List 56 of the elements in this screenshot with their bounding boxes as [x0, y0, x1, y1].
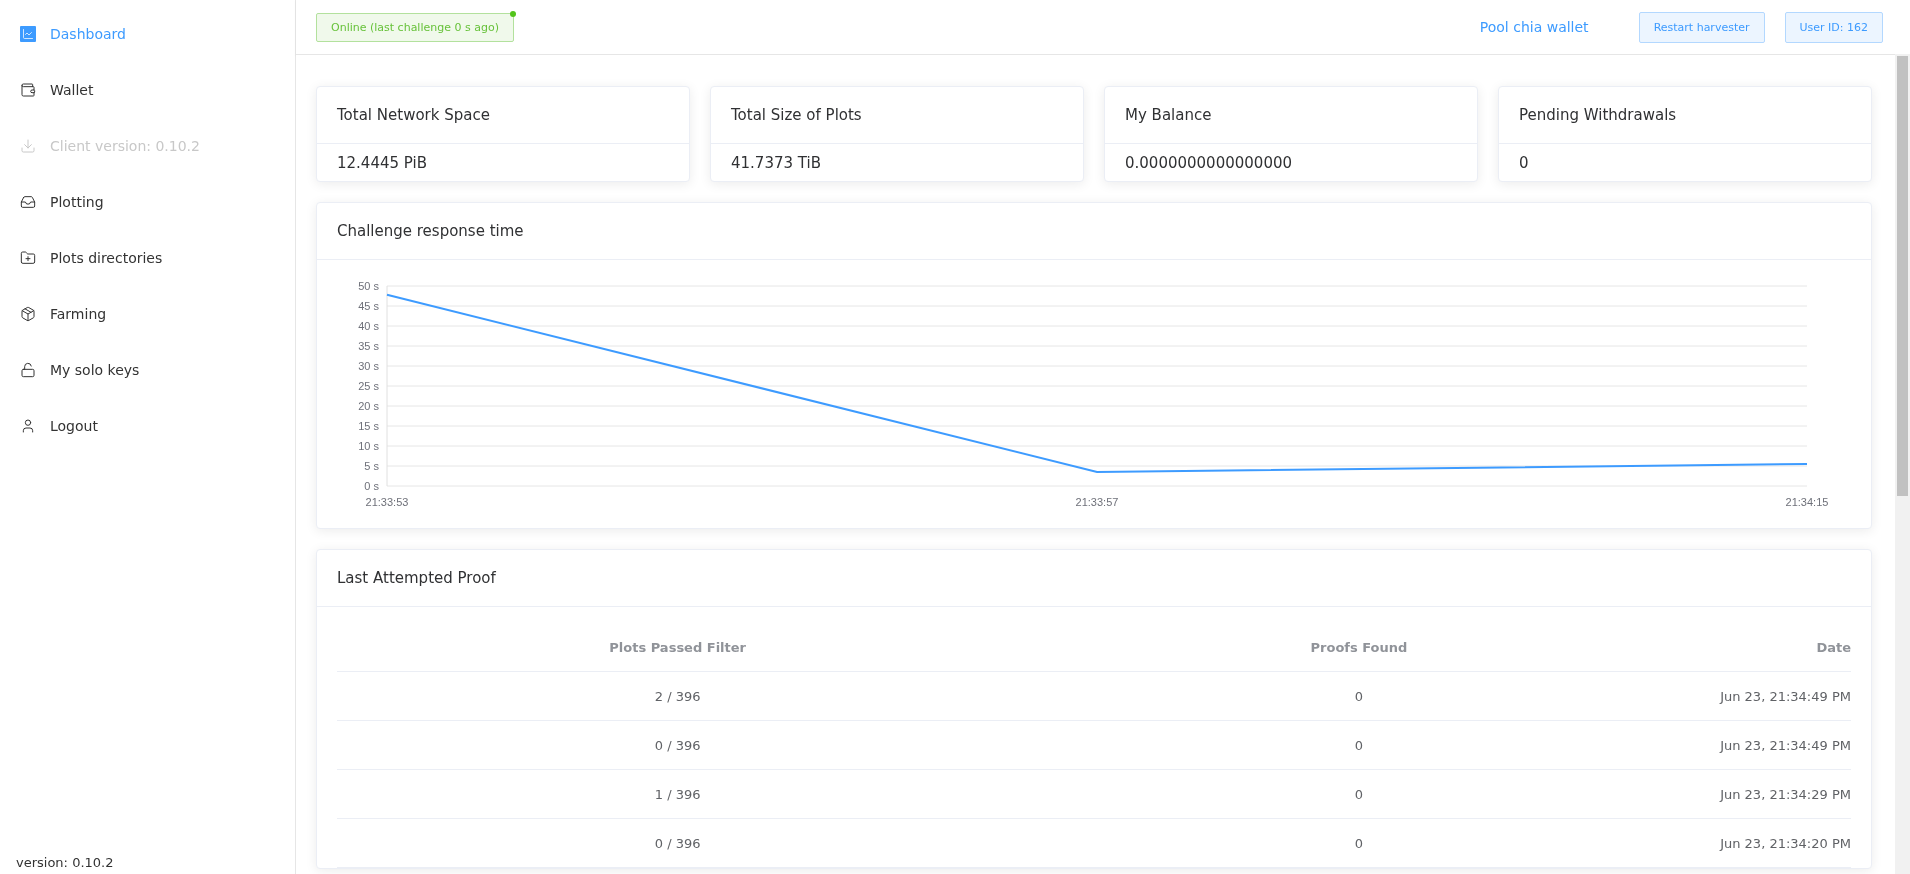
sidebar-item[interactable]: Plots directories [0, 230, 173, 286]
user-icon [20, 418, 36, 434]
y-axis-label: 35 s [358, 340, 379, 352]
table-cell-text: 0 [1353, 688, 1365, 704]
y-axis-label: 45 s [358, 300, 379, 312]
stat-value: 0.0000000000000000 [1124, 153, 1293, 174]
y-axis-label: 10 s [358, 440, 379, 452]
table-cell-text: 0 [1353, 835, 1365, 851]
sidebar-item[interactable]: Wallet [0, 62, 104, 118]
scrollbar[interactable] [1895, 54, 1910, 874]
table-cell-text: Jun 23, 21:34:49 PM [1718, 737, 1851, 753]
stat-value: 12.4445 PiB [336, 153, 428, 174]
package-icon [20, 306, 36, 322]
inbox-icon [20, 194, 36, 210]
table-cell-text: 0 [1353, 786, 1365, 802]
table-cell-text: Jun 23, 21:34:29 PM [1718, 786, 1851, 802]
x-axis-label: 21:33:53 [365, 496, 409, 508]
version-text: version: 0.10.2 [15, 855, 115, 872]
x-axis-label: 21:33:57 [1075, 496, 1119, 508]
stat-value: 0 [1518, 153, 1530, 174]
unlocked-padlock-icon [20, 362, 36, 378]
stat-title: Total Size of Plots [731, 106, 862, 124]
stat-title: Total Network Space [337, 106, 490, 124]
sidebar-item[interactable]: Logout [0, 398, 108, 454]
column-header: Date [1815, 639, 1851, 655]
table-cell-text: Jun 23, 21:34:49 PM [1718, 688, 1851, 704]
y-axis-label: 5 s [364, 460, 379, 472]
table-cell-text: 0 / 396 [653, 835, 702, 851]
x-axis-label: 21:34:15 [1785, 496, 1829, 508]
table-cell-text: 2 / 396 [653, 688, 702, 704]
online-status-badge: Online (last challenge 0 s ago) [316, 12, 514, 42]
y-axis-label: 50 s [358, 280, 379, 292]
y-axis-label: 20 s [358, 400, 379, 412]
table-cell-text: 0 / 396 [653, 737, 702, 753]
stat-title: My Balance [1125, 106, 1212, 124]
y-axis-label: 0 s [364, 480, 379, 492]
chart-line-icon [20, 26, 36, 42]
column-header: Plots Passed Filter [608, 639, 747, 655]
table-cell-text: 1 / 396 [653, 786, 702, 802]
table-cell-text: 0 [1353, 737, 1365, 753]
wallet-icon [20, 82, 36, 98]
download-icon [20, 138, 36, 154]
card-title: Challenge response time [337, 222, 524, 240]
y-axis-label: 40 s [358, 320, 379, 332]
column-header: Proofs Found [1309, 639, 1409, 655]
table-cell-text: Jun 23, 21:34:20 PM [1718, 835, 1851, 851]
sidebar-item[interactable]: My solo keys [0, 342, 150, 398]
y-axis-label: 25 s [358, 380, 379, 392]
y-axis-label: 30 s [358, 360, 379, 372]
folder-plus-icon [20, 250, 36, 266]
y-axis-label: 15 s [358, 420, 379, 432]
sidebar-item[interactable]: Farming [0, 286, 117, 342]
card-title: Last Attempted Proof [337, 569, 496, 587]
stat-value: 41.7373 TiB [730, 153, 822, 174]
sidebar-item[interactable]: Plotting [0, 174, 114, 230]
stat-title: Pending Withdrawals [1519, 106, 1677, 124]
